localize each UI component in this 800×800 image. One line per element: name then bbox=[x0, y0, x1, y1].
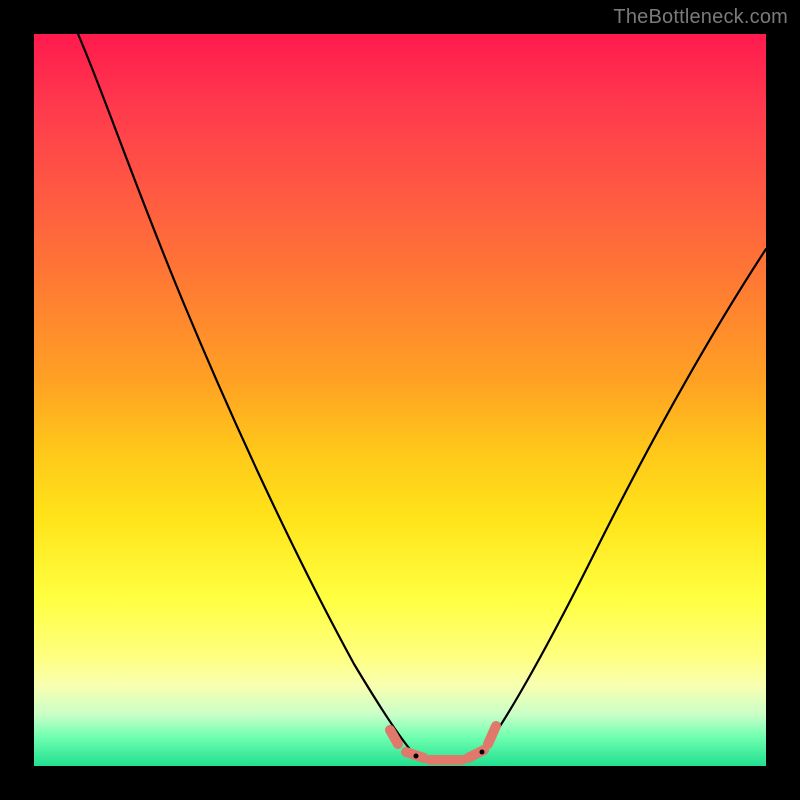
left-curve bbox=[78, 34, 416, 756]
watermark-text: TheBottleneck.com bbox=[613, 6, 788, 29]
curve-layer bbox=[34, 34, 766, 766]
plot-area bbox=[34, 34, 766, 766]
right-curve bbox=[482, 249, 766, 752]
chart-frame: TheBottleneck.com bbox=[0, 0, 800, 800]
